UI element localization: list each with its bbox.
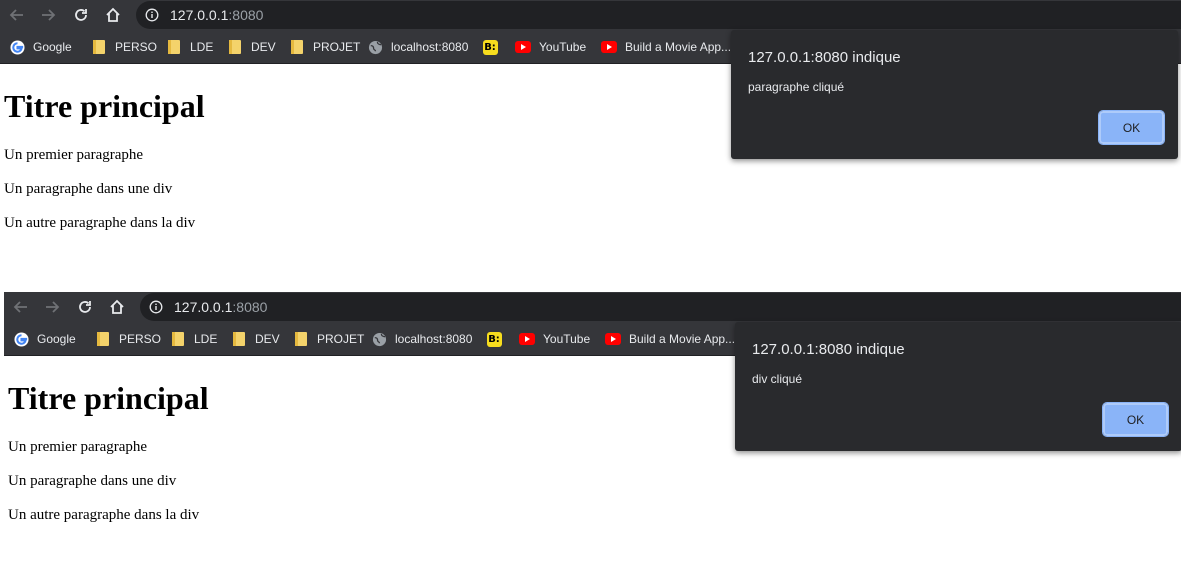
folder-icon [289,39,305,55]
google-icon [9,39,25,55]
globe-icon [371,331,387,347]
folder-icon [166,39,182,55]
paragraph[interactable]: Un paragraphe dans une div [4,181,172,198]
reload-button[interactable] [70,4,92,26]
bookmark-localhost[interactable]: localhost:8080 [371,331,472,347]
bookmark-projet[interactable]: PROJET [289,39,360,55]
folder-icon [293,331,309,347]
bookmark-google[interactable]: Google [9,39,72,55]
alert-message: div cliqué [752,372,803,386]
home-icon [110,299,124,314]
youtube-icon [601,39,617,55]
alert-dialog: 127.0.0.1:8080 indique paragraphe cliqué… [731,30,1178,159]
paragraph[interactable]: Un autre paragraphe dans la div [8,507,199,524]
browser-toolbar: 127.0.0.1:8080 [4,292,1181,322]
bookmark-b[interactable]: B: [486,331,510,347]
b-icon: B: [486,331,502,347]
youtube-icon [515,39,531,55]
folder-icon [95,331,111,347]
page-title: Titre principal [4,88,205,124]
arrow-left-icon [9,9,23,21]
reload-icon [75,9,87,21]
bookmark-perso[interactable]: PERSO [95,331,161,347]
paragraph[interactable]: Un premier paragraphe [4,147,143,164]
alert-dialog: 127.0.0.1:8080 indique div cliqué OK [735,322,1181,451]
paragraph[interactable]: Un autre paragraphe dans la div [4,215,195,232]
bookmark-b[interactable]: B: [482,39,506,55]
home-icon [106,7,120,22]
globe-icon [367,39,383,55]
bookmark-build-movie-app[interactable]: Build a Movie App... [605,331,735,347]
page-title: Titre principal [8,380,209,416]
b-icon: B: [482,39,498,55]
bookmark-lde[interactable]: LDE [166,39,213,55]
bookmark-dev[interactable]: DEV [227,39,276,55]
back-button[interactable] [6,4,28,26]
bookmark-youtube[interactable]: YouTube [519,331,590,347]
bookmark-build-movie-app[interactable]: Build a Movie App... [601,39,731,55]
ok-button[interactable]: OK [1098,110,1165,145]
bookmark-youtube[interactable]: YouTube [515,39,586,55]
bookmark-google[interactable]: Google [13,331,76,347]
browser-toolbar: 127.0.0.1:8080 [0,0,1181,30]
reload-icon [79,301,91,313]
paragraph[interactable]: Un premier paragraphe [8,439,147,456]
home-button[interactable] [106,296,128,318]
info-icon[interactable] [149,300,163,314]
youtube-icon [519,331,535,347]
bookmark-projet[interactable]: PROJET [293,331,364,347]
forward-button[interactable] [41,296,63,318]
folder-icon [231,331,247,347]
browser-window: 127.0.0.1:8080 Google PERSO LDE DEV PROJ… [4,292,1181,584]
arrow-right-icon [46,301,60,313]
arrow-left-icon [13,301,27,313]
paragraph[interactable]: Un paragraphe dans une div [8,473,176,490]
folder-icon [227,39,243,55]
address-bar[interactable]: 127.0.0.1:8080 [136,1,1181,29]
arrow-right-icon [42,9,56,21]
alert-title: 127.0.0.1:8080 indique [748,49,901,66]
address-bar[interactable]: 127.0.0.1:8080 [140,293,1181,321]
back-button[interactable] [10,296,32,318]
folder-icon [170,331,186,347]
home-button[interactable] [102,4,124,26]
youtube-icon [605,331,621,347]
folder-icon [91,39,107,55]
bookmark-lde[interactable]: LDE [170,331,217,347]
info-icon[interactable] [145,8,159,22]
bookmark-localhost[interactable]: localhost:8080 [367,39,468,55]
ok-button[interactable]: OK [1102,402,1169,437]
google-icon [13,331,29,347]
forward-button[interactable] [37,4,59,26]
reload-button[interactable] [74,296,96,318]
url-text: 127.0.0.1:8080 [170,7,264,23]
bookmark-perso[interactable]: PERSO [91,39,157,55]
browser-window: 127.0.0.1:8080 Google PERSO LDE DEV PROJ… [0,0,1181,290]
alert-message: paragraphe cliqué [748,80,845,94]
bookmark-dev[interactable]: DEV [231,331,280,347]
url-text: 127.0.0.1:8080 [174,299,268,315]
alert-title: 127.0.0.1:8080 indique [752,341,905,358]
